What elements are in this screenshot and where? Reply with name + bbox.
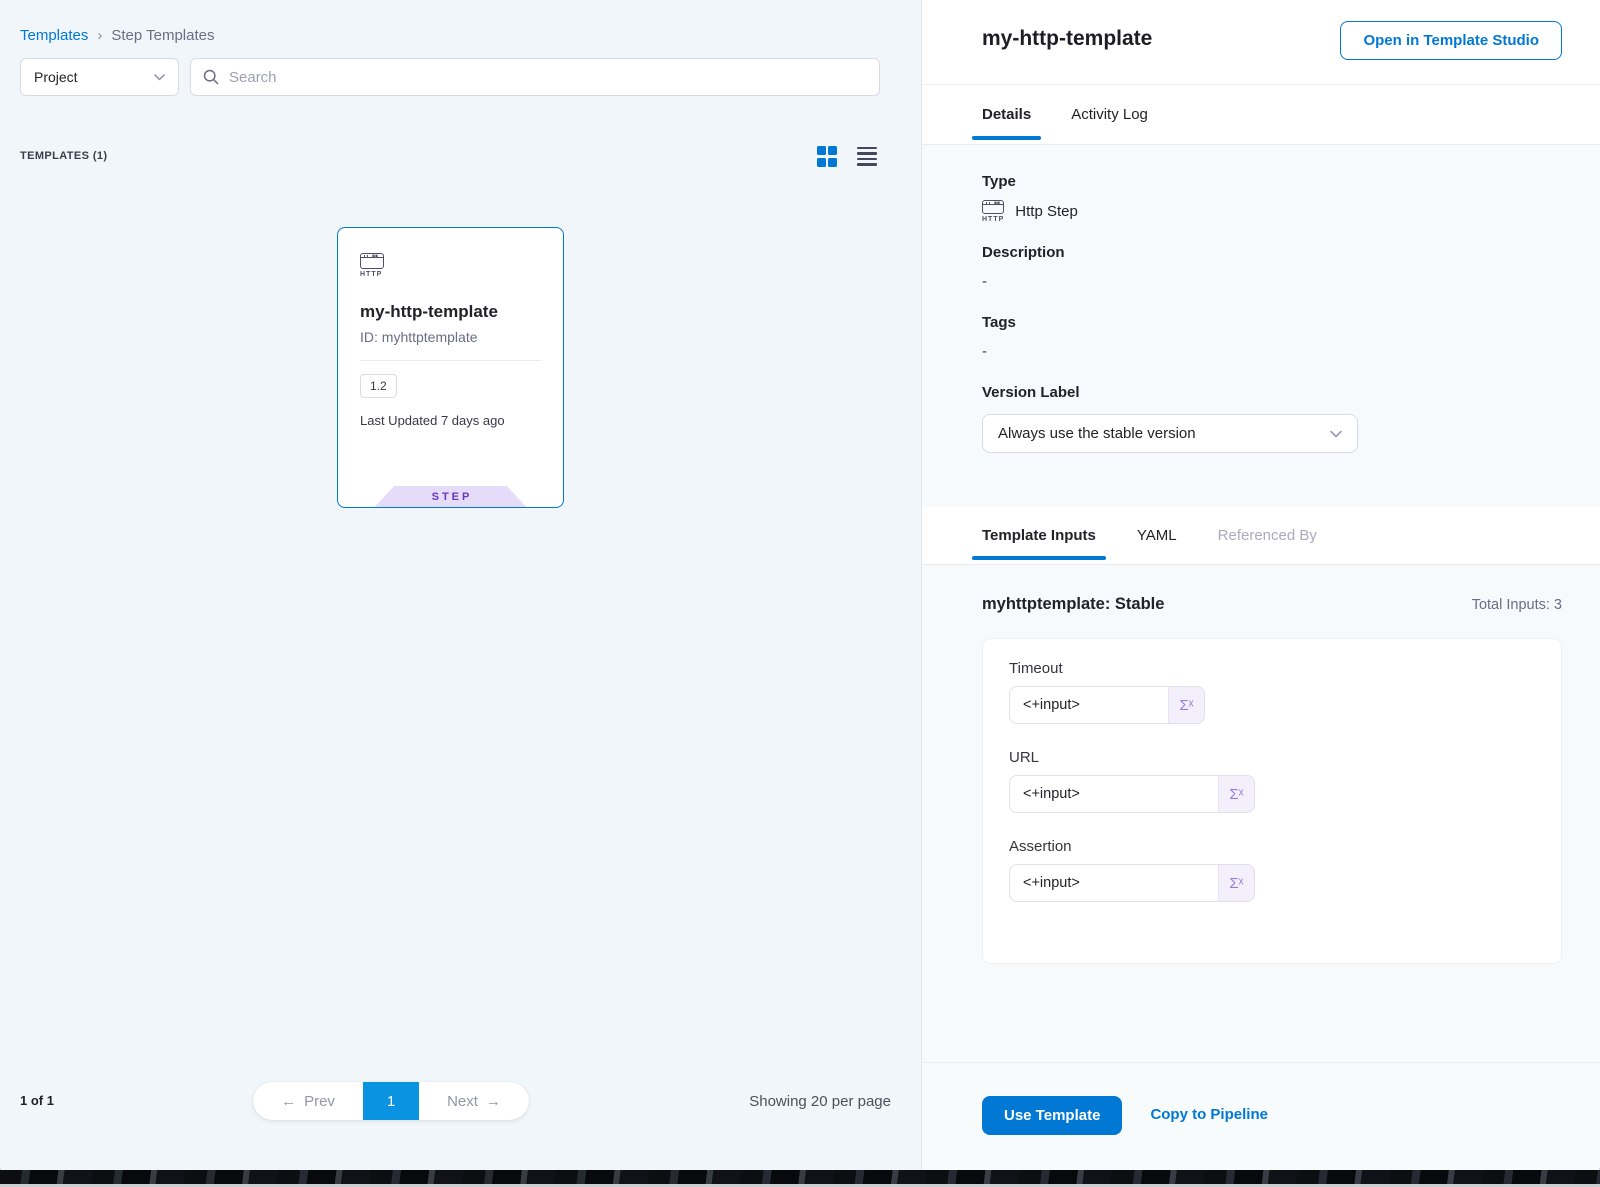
arrow-right-icon: → [486, 1093, 501, 1110]
field-assertion: Assertion Σˣ [1009, 838, 1535, 902]
scope-dropdown[interactable]: Project [20, 58, 179, 96]
breadcrumb-chevron-icon: › [97, 27, 102, 44]
scope-dropdown-value: Project [34, 69, 78, 85]
version-label-value: Always use the stable version [998, 425, 1196, 442]
inputs-heading: myhttptemplate: Stable [982, 595, 1164, 614]
details-footer: Use Template Copy to Pipeline [922, 1062, 1600, 1175]
per-page-text: Showing 20 per page [749, 1093, 891, 1110]
type-value: Http Step [1015, 203, 1078, 220]
card-divider [360, 360, 541, 361]
search-input[interactable] [229, 69, 867, 86]
chevron-down-icon [154, 74, 165, 81]
version-label-dropdown[interactable]: Always use the stable version [982, 414, 1358, 453]
list-view-icon[interactable] [857, 147, 877, 166]
description-label: Description [982, 244, 1540, 261]
tags-value: - [982, 343, 1540, 360]
search-box [190, 58, 880, 96]
http-step-icon: HTTP [982, 200, 1004, 223]
breadcrumb-templates-link[interactable]: Templates [20, 27, 88, 44]
tab-details[interactable]: Details [982, 85, 1031, 144]
details-title: my-http-template [982, 27, 1152, 51]
version-badge: 1.2 [360, 374, 397, 398]
type-label: Type [982, 173, 1540, 190]
breadcrumb-current: Step Templates [111, 27, 214, 44]
field-label: URL [1009, 749, 1535, 766]
version-label-label: Version Label [982, 384, 1540, 401]
expression-icon[interactable]: Σˣ [1218, 776, 1254, 812]
description-value: - [982, 273, 1540, 290]
step-type-badge: STEP [375, 486, 527, 507]
tab-yaml[interactable]: YAML [1137, 507, 1177, 564]
timeout-input[interactable] [1010, 687, 1168, 723]
templates-count-header: TEMPLATES (1) [20, 150, 108, 162]
details-header: my-http-template Open in Template Studio [922, 0, 1600, 85]
field-url: URL Σˣ [1009, 749, 1535, 813]
template-card[interactable]: HTTP my-http-template ID: myhttptemplate… [337, 227, 564, 508]
assertion-input[interactable] [1010, 865, 1218, 901]
view-toggles [817, 146, 878, 167]
http-icon-caption: HTTP [360, 271, 382, 278]
chevron-down-icon [1330, 430, 1342, 438]
http-step-icon: HTTP [360, 253, 384, 278]
pagination: ← Prev 1 Next → [253, 1082, 529, 1120]
desktop-background-strip [0, 1170, 1600, 1184]
tab-referenced-by[interactable]: Referenced By [1218, 507, 1317, 564]
open-template-studio-button[interactable]: Open in Template Studio [1340, 21, 1562, 60]
use-template-button[interactable]: Use Template [982, 1096, 1122, 1135]
expression-icon[interactable]: Σˣ [1218, 865, 1254, 901]
tags-label: Tags [982, 314, 1540, 331]
total-inputs-count: Total Inputs: 3 [1472, 597, 1562, 613]
next-page-button[interactable]: Next → [419, 1082, 529, 1120]
inputs-card: Timeout Σˣ URL Σˣ Assertion [982, 638, 1562, 964]
details-section: Type HTTP Http Step Description - Tags -… [922, 145, 1600, 507]
arrow-left-icon: ← [281, 1093, 296, 1110]
field-label: Assertion [1009, 838, 1535, 855]
app-window: Templates › Step Templates Project TEMPL… [0, 0, 1600, 1175]
details-tab-bar: Details Activity Log [922, 85, 1600, 145]
search-icon [203, 69, 219, 85]
tab-template-inputs[interactable]: Template Inputs [982, 507, 1096, 564]
template-card-title: my-http-template [360, 302, 541, 322]
prev-page-button[interactable]: ← Prev [253, 1082, 363, 1120]
url-input[interactable] [1010, 776, 1218, 812]
templates-list-panel: Templates › Step Templates Project TEMPL… [0, 0, 921, 1175]
template-card-id: ID: myhttptemplate [360, 329, 541, 345]
page-summary: 1 of 1 [20, 1093, 54, 1108]
field-timeout: Timeout Σˣ [1009, 660, 1535, 724]
grid-view-icon[interactable] [817, 146, 838, 167]
expression-icon[interactable]: Σˣ [1168, 687, 1204, 723]
template-details-panel: my-http-template Open in Template Studio… [921, 0, 1600, 1175]
last-updated-text: Last Updated 7 days ago [360, 413, 541, 428]
template-inputs-section: myhttptemplate: Stable Total Inputs: 3 T… [922, 565, 1600, 1062]
tab-activity-log[interactable]: Activity Log [1071, 85, 1148, 144]
field-label: Timeout [1009, 660, 1535, 677]
inputs-tab-bar: Template Inputs YAML Referenced By [922, 507, 1600, 565]
copy-to-pipeline-link[interactable]: Copy to Pipeline [1150, 1106, 1268, 1123]
breadcrumb: Templates › Step Templates [20, 27, 215, 44]
page-1-button[interactable]: 1 [363, 1082, 419, 1120]
